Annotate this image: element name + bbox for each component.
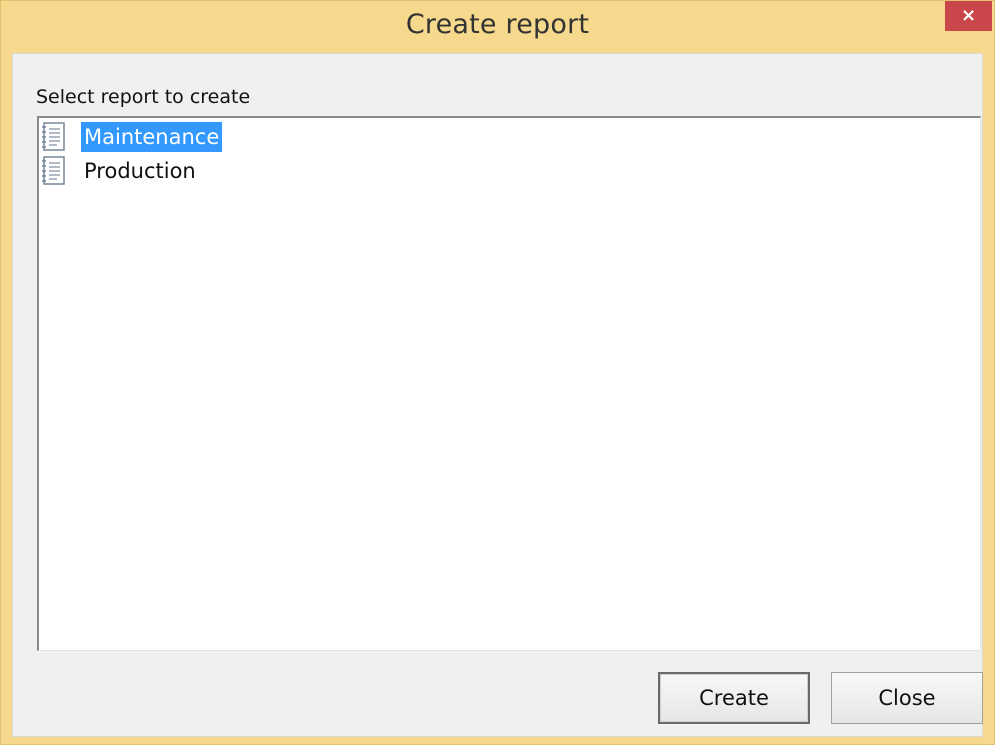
report-document-icon	[41, 156, 67, 186]
create-report-dialog: Create report × Select report to create	[0, 0, 995, 745]
list-item-label: Production	[84, 159, 196, 183]
window-title: Create report	[405, 9, 590, 40]
close-icon: ×	[960, 5, 977, 26]
list-item-label: Maintenance	[81, 122, 223, 152]
select-report-label: Select report to create	[36, 86, 251, 108]
report-document-icon	[41, 122, 67, 152]
list-item-production[interactable]: Production	[41, 155, 199, 187]
list-item-maintenance[interactable]: Maintenance	[41, 121, 223, 153]
close-button[interactable]: Close	[831, 672, 983, 724]
report-listbox[interactable]: Maintenance Production	[37, 116, 981, 651]
title-bar[interactable]: Create report ×	[1, 1, 994, 53]
dialog-client-area: Select report to create Maintenance Prod…	[12, 53, 983, 737]
window-close-button[interactable]: ×	[945, 1, 992, 31]
create-button[interactable]: Create	[658, 672, 810, 724]
